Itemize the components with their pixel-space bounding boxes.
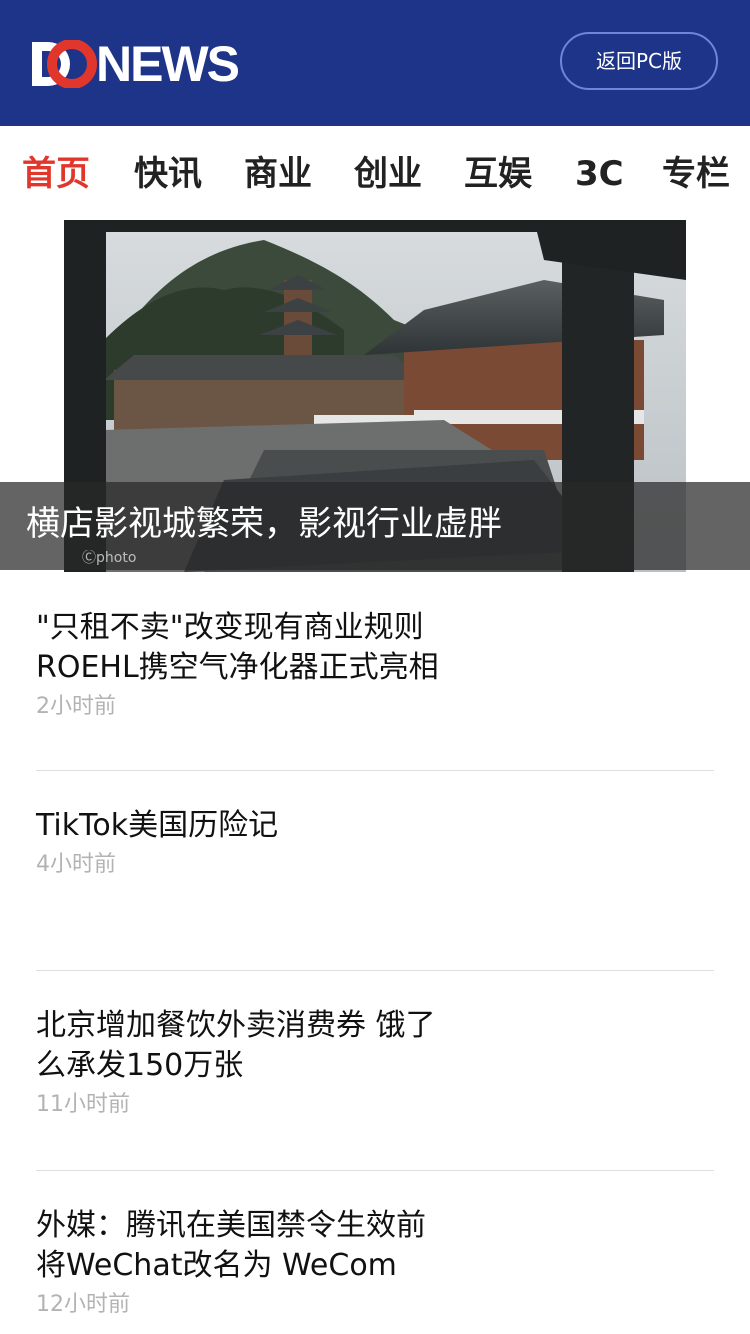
app-header: NEWS 返回PC版	[0, 0, 750, 126]
hero-caption-bar: 横店影视城繁荣，影视行业虚胖 Ⓒphoto	[0, 482, 750, 570]
news-item[interactable]: TikTok美国历险记 4小时前	[36, 806, 714, 880]
watermark-text: photo	[96, 550, 137, 566]
news-title-line: 么承发150万张	[36, 1048, 244, 1083]
news-title-line: 北京增加餐饮外卖消费券 饿了	[36, 1008, 436, 1043]
photo-watermark: Ⓒphoto	[82, 550, 136, 566]
tab-startup[interactable]: 创业	[354, 152, 422, 196]
news-title-line: "只租不卖"改变现有商业规则	[36, 610, 424, 645]
featured-article[interactable]: 横店影视城繁荣，影视行业虚胖 Ⓒphoto	[0, 220, 750, 572]
news-title-line: TikTok美国历险记	[36, 808, 279, 843]
tab-flash[interactable]: 快讯	[134, 152, 202, 196]
category-nav: 首页 快讯 商业 创业 互娱 3C 专栏	[0, 126, 750, 220]
news-title[interactable]: 北京增加餐饮外卖消费券 饿了 么承发150万张	[36, 1006, 496, 1086]
donews-logo[interactable]: NEWS	[32, 36, 240, 92]
news-title[interactable]: 外媒：腾讯在美国禁令生效前 将WeChat改名为 WeCom	[36, 1206, 496, 1286]
news-time: 4小时前	[36, 852, 116, 877]
news-title-line: ROEHL携空气净化器正式亮相	[36, 650, 439, 685]
news-time: 12小时前	[36, 1292, 130, 1317]
tab-3c[interactable]: 3C	[575, 152, 624, 196]
news-time: 2小时前	[36, 694, 116, 719]
news-title[interactable]: "只租不卖"改变现有商业规则 ROEHL携空气净化器正式亮相	[36, 608, 496, 688]
news-title-line: 将WeChat改名为 WeCom	[36, 1248, 397, 1283]
tab-home[interactable]: 首页	[22, 152, 90, 196]
divider	[36, 770, 714, 771]
tab-entertainment[interactable]: 互娱	[464, 152, 532, 196]
hero-title[interactable]: 横店影视城繁荣，影视行业虚胖	[26, 502, 502, 546]
news-time: 11小时前	[36, 1092, 130, 1117]
news-item[interactable]: 外媒：腾讯在美国禁令生效前 将WeChat改名为 WeCom 12小时前	[36, 1206, 714, 1320]
return-pc-button[interactable]: 返回PC版	[560, 32, 718, 90]
tab-business[interactable]: 商业	[244, 152, 312, 196]
divider	[36, 970, 714, 971]
news-item[interactable]: 北京增加餐饮外卖消费券 饿了 么承发150万张 11小时前	[36, 1006, 714, 1120]
logo-text: NEWS	[96, 36, 240, 92]
news-title[interactable]: TikTok美国历险记	[36, 806, 496, 846]
ic-logo-icon: Ⓒ	[82, 550, 96, 566]
news-item[interactable]: "只租不卖"改变现有商业规则 ROEHL携空气净化器正式亮相 2小时前	[36, 608, 714, 722]
news-title-line: 外媒：腾讯在美国禁令生效前	[36, 1208, 426, 1243]
dn-logo-icon	[32, 40, 97, 88]
tab-column[interactable]: 专栏	[662, 152, 730, 196]
divider	[36, 1170, 714, 1171]
